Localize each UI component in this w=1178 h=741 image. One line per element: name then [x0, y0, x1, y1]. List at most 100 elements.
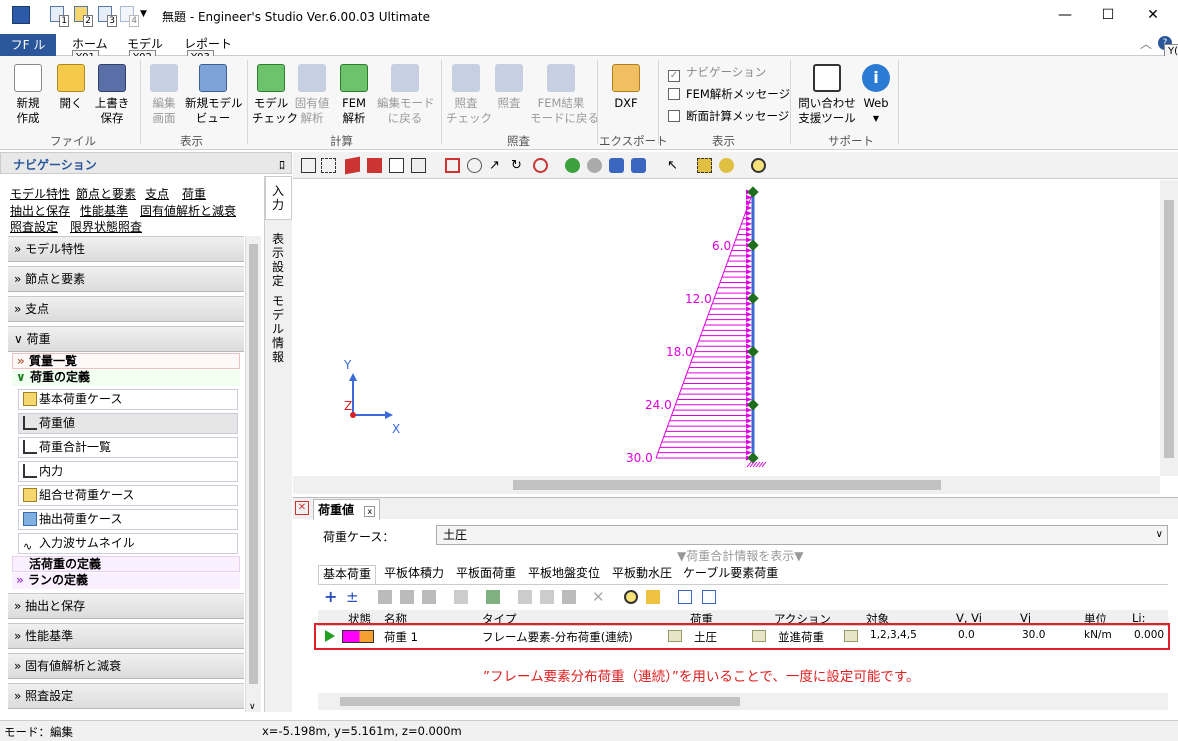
open-button[interactable]: 開く: [54, 64, 88, 111]
vtab-input[interactable]: 入力: [271, 184, 285, 212]
collapse-ribbon-icon[interactable]: ︿: [1140, 35, 1152, 52]
dxf-button[interactable]: DXF: [606, 64, 646, 111]
back-edit-button[interactable]: 編集モード に戻る: [377, 64, 435, 126]
scroll-thumb[interactable]: [249, 244, 258, 684]
lane-def-header[interactable]: » ランの定義: [12, 573, 240, 589]
close-button[interactable]: ✕: [1138, 4, 1168, 26]
live-load-def-header[interactable]: 活荷重の定義: [12, 556, 240, 572]
verify-button[interactable]: 照査: [492, 64, 526, 111]
nav-item-combo-loadcase[interactable]: 組合せ荷重ケース: [18, 485, 238, 506]
view-side-icon[interactable]: [389, 158, 404, 173]
info-tool-icon[interactable]: [631, 158, 646, 173]
add-row-icon[interactable]: +: [324, 588, 337, 606]
edit-screen-button[interactable]: 編集 画面: [146, 64, 182, 126]
new-button[interactable]: 新規 作成: [8, 64, 48, 126]
center-icon[interactable]: [533, 158, 548, 173]
loadcase-select[interactable]: 土圧 ∨: [436, 525, 1168, 545]
nav-link[interactable]: 抽出と保存: [10, 202, 70, 219]
model-viewport[interactable]: 6.0 12.0 18.0 24.0 30.0 Y Z X: [293, 180, 1160, 476]
nav-link[interactable]: 固有値解析と減衰: [140, 202, 236, 219]
maximize-button[interactable]: ☐: [1093, 4, 1123, 26]
paste-icon[interactable]: [540, 590, 554, 604]
scroll-thumb[interactable]: [340, 697, 740, 706]
scroll-down-icon[interactable]: ∨: [249, 702, 256, 712]
mass-list-header[interactable]: » 質量一覧: [12, 353, 240, 369]
subtab-cable-load[interactable]: ケーブル要素荷重: [679, 565, 782, 584]
section-perf-criteria[interactable]: » 性能基準: [8, 623, 244, 649]
tab-file[interactable]: フF ル: [0, 34, 56, 56]
subtab-basic-load[interactable]: 基本荷重: [318, 565, 377, 584]
section-model-props[interactable]: » モデル特性: [8, 236, 244, 262]
pan-icon[interactable]: ↗: [489, 158, 504, 173]
navigation-checkbox[interactable]: ✓ ナビゲーション: [668, 64, 766, 82]
filter-icon[interactable]: [646, 590, 660, 604]
screenshot-icon[interactable]: [609, 158, 624, 173]
copy-icon[interactable]: [518, 590, 532, 604]
qat-open-icon[interactable]: 2: [74, 6, 93, 27]
search-icon[interactable]: [624, 590, 638, 604]
subtab-plate-hydro[interactable]: 平板動水圧: [608, 565, 676, 584]
nav-item-load-total[interactable]: 荷重合計一覧: [18, 437, 238, 458]
select-window-icon[interactable]: [321, 158, 336, 173]
zoom-window-icon[interactable]: [445, 158, 460, 173]
scroll-thumb[interactable]: [1164, 200, 1174, 458]
nav-link[interactable]: 荷重: [182, 185, 206, 202]
section-eigen-damping[interactable]: » 固有値解析と減衰: [8, 653, 244, 679]
find-icon[interactable]: [751, 158, 766, 173]
section-loads[interactable]: ∨ 荷重: [8, 326, 244, 352]
viewport-hscrollbar[interactable]: [293, 476, 1160, 494]
qat-save-icon[interactable]: 3: [98, 6, 117, 27]
app-icon[interactable]: [12, 6, 30, 24]
paste-special-icon[interactable]: [562, 590, 576, 604]
pointer-icon[interactable]: ↖: [667, 158, 682, 173]
fem-message-checkbox[interactable]: FEM解析メッセージ: [668, 86, 790, 102]
select-all-icon[interactable]: [301, 158, 316, 173]
view-front-icon[interactable]: [367, 158, 382, 173]
nav-item-basic-loadcase[interactable]: 基本荷重ケース: [18, 389, 238, 410]
nav-link[interactable]: 限界状態照査: [70, 218, 142, 235]
panel-close-red-icon[interactable]: ✕: [295, 501, 309, 515]
minimize-button[interactable]: —: [1050, 4, 1080, 26]
scroll-thumb[interactable]: [513, 480, 941, 490]
qat-dropdown-icon[interactable]: ▼: [140, 9, 147, 19]
forward-arrow-icon[interactable]: [587, 158, 602, 173]
nav-link[interactable]: 性能基準: [80, 202, 128, 219]
nav-link[interactable]: 支点: [145, 185, 169, 202]
model-check-button[interactable]: モデル チェック: [252, 64, 298, 126]
nav-item-load-value[interactable]: 荷重値: [18, 413, 238, 434]
rotate-icon[interactable]: ↻: [511, 158, 526, 173]
select-node-icon[interactable]: [719, 158, 734, 173]
view-top-icon[interactable]: [411, 158, 426, 173]
tab-close-icon[interactable]: x: [364, 506, 376, 517]
zoom-out-icon[interactable]: [467, 158, 482, 173]
vtab-display-setting[interactable]: 表示設定: [271, 232, 285, 288]
web-button[interactable]: i Web ▼: [860, 64, 892, 126]
column-width-icon[interactable]: [678, 590, 692, 604]
view-3d-icon[interactable]: [345, 156, 360, 175]
fem-button[interactable]: FEM 解析: [336, 64, 372, 126]
row-height-icon[interactable]: [702, 590, 716, 604]
section-nodes-elements[interactable]: » 節点と要素: [8, 266, 244, 292]
support-tool-button[interactable]: 問い合わせ 支援ツール: [798, 64, 856, 126]
section-supports[interactable]: » 支点: [8, 296, 244, 322]
select-element-icon[interactable]: [697, 158, 712, 173]
load-def-header[interactable]: ∨ 荷重の定義: [12, 370, 240, 386]
load-edit-icon[interactable]: [486, 590, 500, 604]
check-verify-button[interactable]: 照査 チェック: [446, 64, 492, 126]
new-model-view-button[interactable]: 新規モデル ビュー: [185, 64, 243, 126]
subtab-plate-body[interactable]: 平板体積力: [380, 565, 448, 584]
subtab-plate-surface[interactable]: 平板面荷重: [452, 565, 520, 584]
panel-tab[interactable]: 荷重値 x: [313, 499, 381, 520]
move-up-icon[interactable]: [378, 590, 392, 604]
move-down-icon[interactable]: [400, 590, 414, 604]
section-message-checkbox[interactable]: 断面計算メッセージ: [668, 108, 789, 124]
delete-row-icon[interactable]: [422, 590, 436, 604]
nav-link[interactable]: 照査設定: [10, 218, 58, 235]
insert-row-icon[interactable]: ±: [346, 588, 359, 606]
section-extract-save[interactable]: » 抽出と保存: [8, 593, 244, 619]
delete-icon[interactable]: ✕: [592, 588, 605, 606]
save-button[interactable]: 上書き 保存: [93, 64, 131, 126]
back-fem-button[interactable]: FEM結果 モードに戻る: [530, 64, 599, 126]
vtab-model-info[interactable]: モデル情報: [271, 294, 285, 364]
viewport-vscrollbar[interactable]: [1160, 180, 1178, 476]
